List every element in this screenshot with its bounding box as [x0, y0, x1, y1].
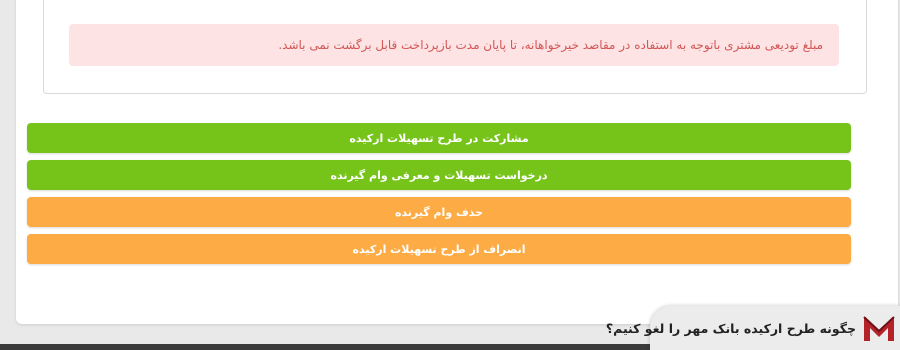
notice-panel: مبلغ تودیعی مشتری باتوجه به استفاده در م… [43, 0, 867, 94]
promo-link[interactable]: چگونه طرح ارکیده بانک مهر را لغو کنیم؟ [606, 306, 900, 350]
join-orchid-plan-button[interactable]: مشارکت در طرح تسهیلات ارکیده [27, 123, 851, 153]
remove-borrower-button[interactable]: حذف وام گیرنده [27, 197, 851, 227]
site-logo-icon [863, 316, 895, 341]
cancel-orchid-plan-button[interactable]: انصراف از طرح تسهیلات ارکیده [27, 234, 851, 264]
request-loan-button[interactable]: درخواست تسهیلات و معرفی وام گیرنده [27, 160, 851, 190]
warning-alert-text: مبلغ تودیعی مشتری باتوجه به استفاده در م… [278, 38, 823, 52]
promo-text: چگونه طرح ارکیده بانک مهر را لغو کنیم؟ [605, 320, 856, 336]
warning-alert: مبلغ تودیعی مشتری باتوجه به استفاده در م… [69, 24, 839, 66]
